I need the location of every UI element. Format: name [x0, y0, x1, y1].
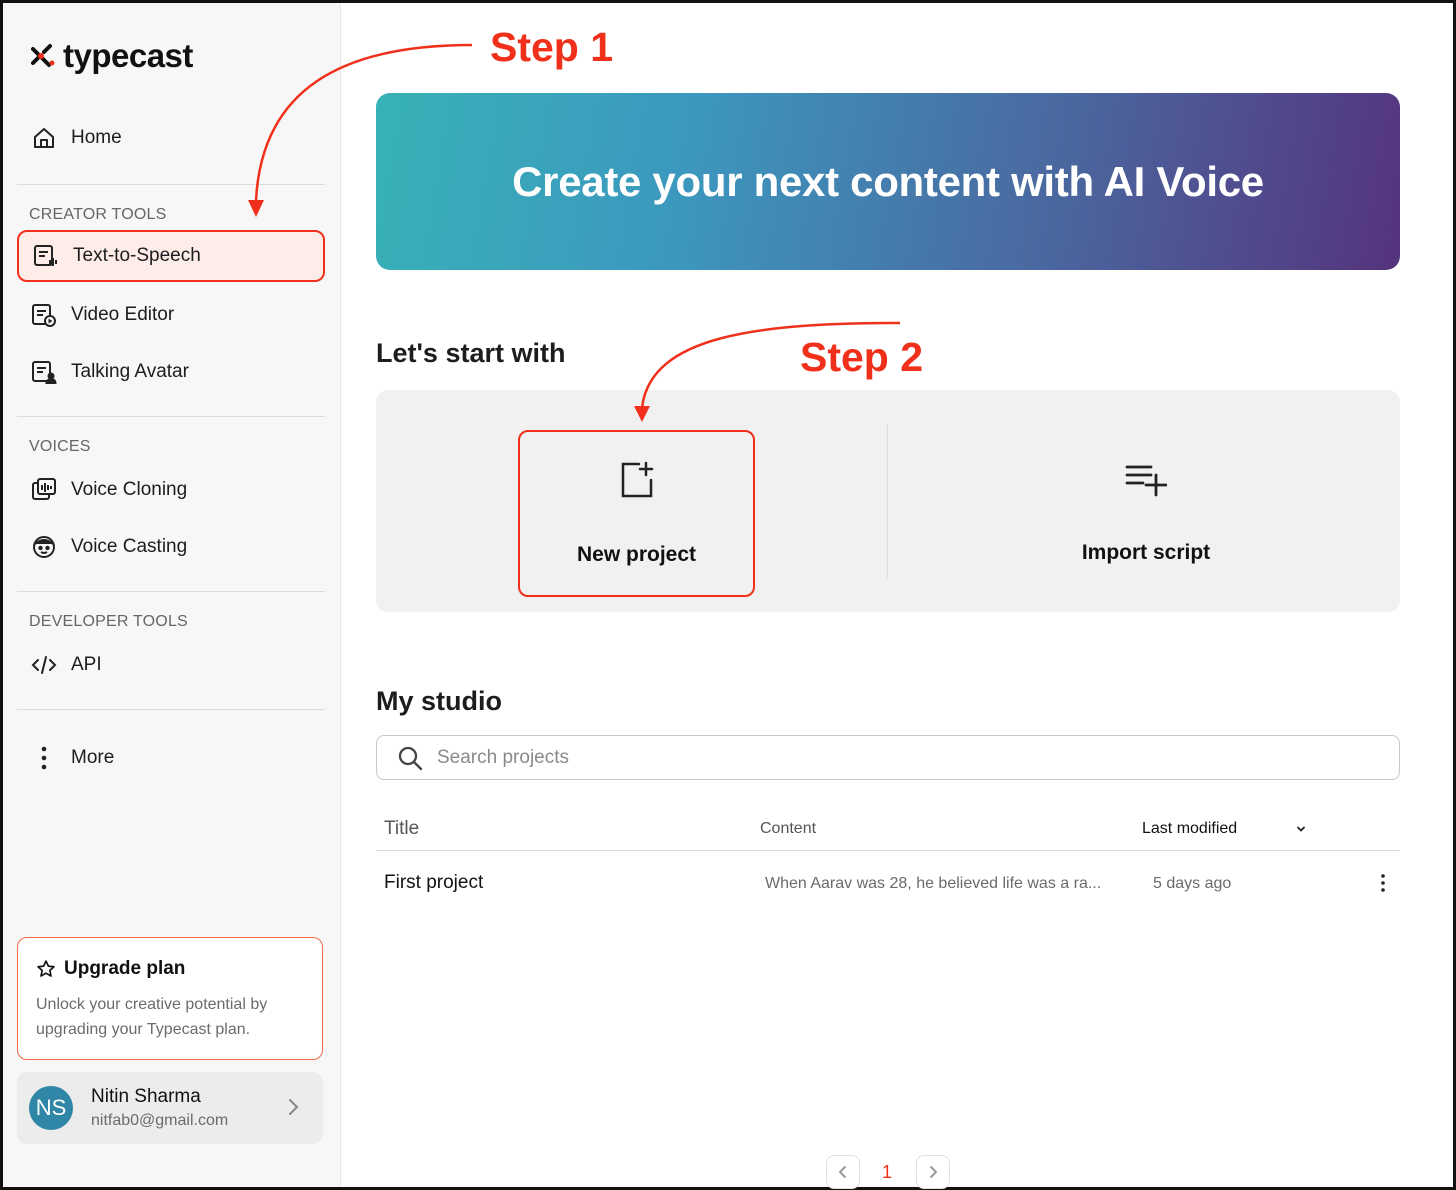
sidebar-item-voice-casting[interactable]: Voice Casting: [17, 521, 325, 573]
column-header-label: Last modified: [1142, 820, 1238, 837]
sidebar-divider: [17, 416, 325, 417]
sidebar-item-video-editor[interactable]: Video Editor: [17, 289, 325, 341]
user-account-card[interactable]: NS Nitin Sharma nitfab0@gmail.com: [17, 1072, 323, 1144]
column-header-last-modified[interactable]: Last modified: [1142, 820, 1307, 838]
pagination-next-button[interactable]: [916, 1155, 950, 1189]
voice-casting-icon: [31, 534, 57, 560]
user-info: Nitin Sharma nitfab0@gmail.com: [91, 1086, 228, 1130]
import-script-label: Import script: [1081, 540, 1211, 564]
star-icon: [37, 960, 55, 977]
start-heading: Let's start with: [376, 338, 566, 368]
pagination-prev-button[interactable]: [826, 1155, 860, 1189]
row-title[interactable]: First project: [384, 872, 483, 894]
annotation-step-1: Step 1: [490, 24, 614, 70]
sidebar-item-label: API: [71, 654, 102, 675]
search-input[interactable]: [437, 746, 1337, 769]
app-name: typecast: [63, 37, 193, 74]
import-script-button[interactable]: Import script: [1028, 430, 1264, 597]
studio-heading: My studio: [376, 686, 502, 716]
sidebar-item-label: Home: [71, 127, 122, 148]
pagination-current-page[interactable]: 1: [882, 1162, 892, 1183]
row-more-options-icon[interactable]: [1373, 873, 1393, 893]
search-projects-field[interactable]: [376, 735, 1400, 780]
upgrade-plan-card[interactable]: Upgrade plan Unlock your creative potent…: [17, 937, 323, 1060]
new-project-icon: [621, 461, 653, 497]
chevron-right-icon: [930, 1166, 938, 1178]
column-header-content: Content: [760, 820, 817, 837]
text-to-speech-icon: [33, 243, 59, 269]
home-icon: [31, 125, 57, 151]
sidebar-divider: [17, 184, 325, 185]
sidebar-item-label: Text-to-Speech: [73, 245, 201, 266]
sidebar-item-talking-avatar[interactable]: Talking Avatar: [17, 346, 325, 398]
more-vertical-icon: [31, 745, 57, 771]
section-title-creator-tools: CREATOR TOOLS: [29, 206, 167, 223]
talking-avatar-icon: [31, 359, 57, 385]
sidebar-item-label: More: [71, 747, 115, 768]
hero-banner: Create your next content with AI Voice: [376, 93, 1400, 270]
sidebar-item-label: Voice Cloning: [71, 479, 188, 500]
app-logo[interactable]: typecast: [27, 37, 193, 75]
sidebar-divider: [17, 709, 325, 710]
hero-banner-text: Create your next content with AI Voice: [512, 157, 1264, 205]
row-content: When Aarav was 28, he believed life was …: [765, 875, 1102, 892]
user-name: Nitin Sharma: [91, 1086, 201, 1107]
column-header-title[interactable]: Title: [384, 818, 419, 840]
typecast-logo-icon: [31, 44, 55, 67]
user-email: nitfab0@gmail.com: [91, 1112, 229, 1129]
sidebar-item-voice-cloning[interactable]: Voice Cloning: [17, 464, 325, 516]
section-title-developer-tools: DEVELOPER TOOLS: [29, 613, 188, 630]
sidebar-item-more[interactable]: More: [17, 732, 325, 784]
upgrade-plan-label: Upgrade plan: [64, 958, 186, 979]
avatar: NS: [29, 1086, 73, 1130]
sidebar-item-api[interactable]: API: [17, 639, 325, 691]
search-icon: [398, 746, 423, 770]
import-script-icon: [1125, 465, 1167, 496]
section-title-voices: VOICES: [29, 438, 91, 455]
chevron-right-icon: [289, 1099, 299, 1115]
new-project-button[interactable]: New project: [518, 430, 755, 597]
table-header-divider: [376, 850, 1400, 851]
code-icon: [31, 652, 57, 678]
sidebar-item-label: Voice Casting: [71, 536, 188, 557]
sidebar: typecast Home CREATOR TOOLS Text-to-Spee…: [3, 3, 341, 1187]
upgrade-plan-title: Upgrade plan: [36, 958, 304, 980]
start-options-divider: [887, 424, 888, 578]
video-editor-icon: [31, 302, 57, 328]
new-project-label: New project: [576, 542, 697, 566]
row-modified: 5 days ago: [1153, 875, 1232, 892]
sidebar-item-label: Video Editor: [71, 304, 175, 325]
sidebar-item-home[interactable]: Home: [17, 112, 325, 164]
upgrade-plan-description: Unlock your creative potential by upgrad…: [36, 996, 268, 1038]
chevron-down-icon: [1297, 826, 1306, 832]
annotation-step-2: Step 2: [800, 334, 924, 380]
sidebar-item-text-to-speech[interactable]: Text-to-Speech: [17, 230, 325, 282]
voice-cloning-icon: [31, 477, 57, 503]
sidebar-item-label: Talking Avatar: [71, 361, 189, 382]
sidebar-divider: [17, 591, 325, 592]
chevron-left-icon: [838, 1166, 846, 1178]
